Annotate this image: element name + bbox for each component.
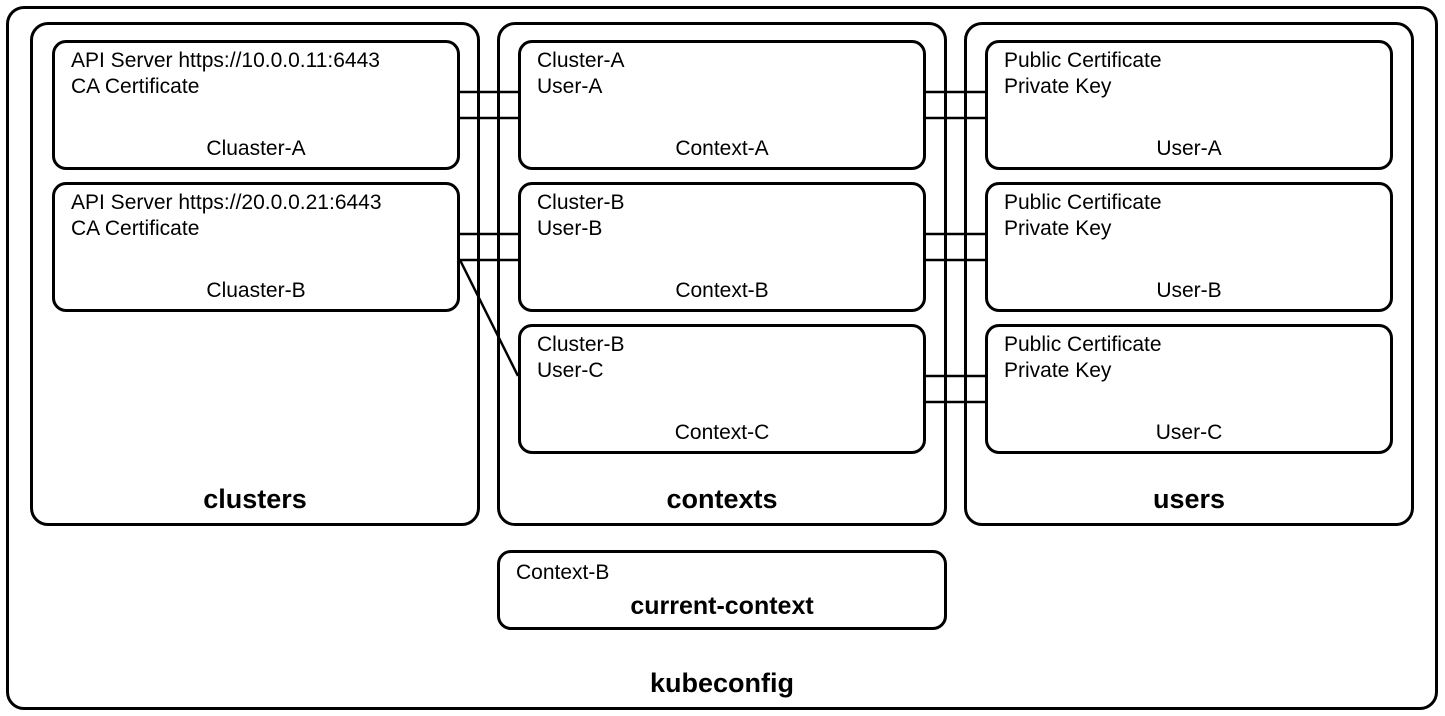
user-c-name: User-C xyxy=(1156,421,1223,445)
context-a-name: Context-A xyxy=(675,137,768,161)
user-b-line1: Public Certificate xyxy=(1004,191,1162,215)
user-a-name: User-A xyxy=(1156,137,1221,161)
context-c-line2: User-C xyxy=(537,359,604,383)
cluster-b-box: API Server https://20.0.0.21:6443 CA Cer… xyxy=(52,182,460,312)
current-context-value: Context-B xyxy=(516,561,609,585)
cluster-a-line2: CA Certificate xyxy=(71,75,199,99)
contexts-label: contexts xyxy=(666,484,777,515)
context-b-line1: Cluster-B xyxy=(537,191,625,215)
context-a-line2: User-A xyxy=(537,75,602,99)
user-a-line1: Public Certificate xyxy=(1004,49,1162,73)
clusters-label: clusters xyxy=(203,484,307,515)
user-c-line1: Public Certificate xyxy=(1004,333,1162,357)
context-b-name: Context-B xyxy=(675,279,768,303)
user-c-line2: Private Key xyxy=(1004,359,1111,383)
context-b-line2: User-B xyxy=(537,217,602,241)
kubeconfig-label: kubeconfig xyxy=(650,668,794,699)
user-a-box: Public Certificate Private Key User-A xyxy=(985,40,1393,170)
current-context-box: Context-B current-context xyxy=(497,550,947,630)
user-b-name: User-B xyxy=(1156,279,1221,303)
context-a-line1: Cluster-A xyxy=(537,49,625,73)
context-c-line1: Cluster-B xyxy=(537,333,625,357)
user-c-box: Public Certificate Private Key User-C xyxy=(985,324,1393,454)
cluster-a-box: API Server https://10.0.0.11:6443 CA Cer… xyxy=(52,40,460,170)
cluster-b-line1: API Server https://20.0.0.21:6443 xyxy=(71,191,382,215)
user-a-line2: Private Key xyxy=(1004,75,1111,99)
context-c-box: Cluster-B User-C Context-C xyxy=(518,324,926,454)
cluster-a-line1: API Server https://10.0.0.11:6443 xyxy=(71,49,380,73)
context-c-name: Context-C xyxy=(675,421,770,445)
current-context-label: current-context xyxy=(630,592,813,621)
context-a-box: Cluster-A User-A Context-A xyxy=(518,40,926,170)
user-b-line2: Private Key xyxy=(1004,217,1111,241)
context-b-box: Cluster-B User-B Context-B xyxy=(518,182,926,312)
cluster-b-line2: CA Certificate xyxy=(71,217,199,241)
user-b-box: Public Certificate Private Key User-B xyxy=(985,182,1393,312)
users-label: users xyxy=(1153,484,1225,515)
cluster-b-name: Cluaster-B xyxy=(206,279,305,303)
cluster-a-name: Cluaster-A xyxy=(206,137,305,161)
